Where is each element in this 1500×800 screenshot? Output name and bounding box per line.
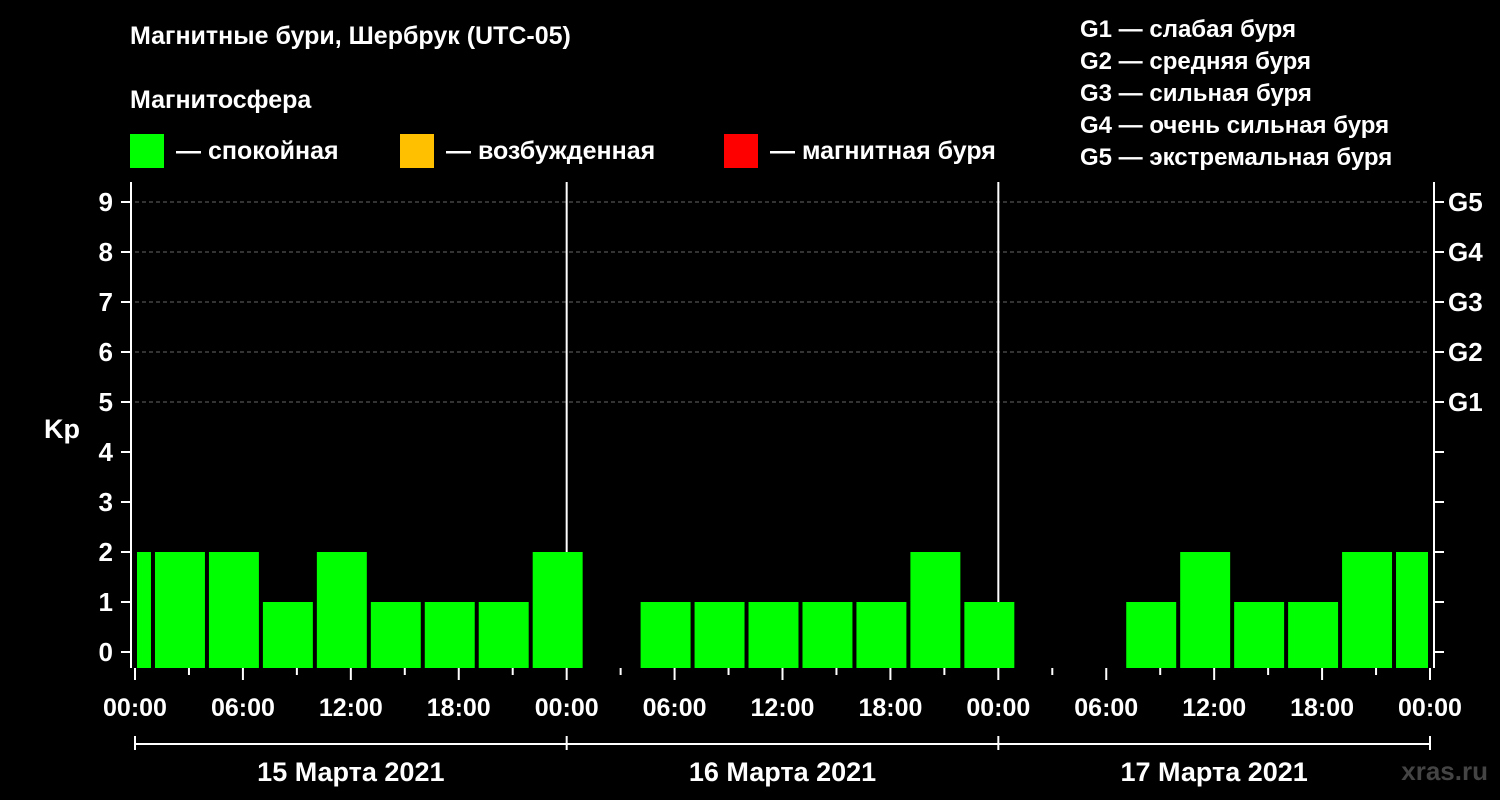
x-tick-label: 06:00 xyxy=(1074,694,1138,722)
x-tick-label: 18:00 xyxy=(858,694,922,722)
kp-bar xyxy=(748,602,799,668)
kp-bar xyxy=(137,552,151,668)
y-tick-label: 4 xyxy=(99,437,114,467)
x-tick-label: 00:00 xyxy=(535,694,599,722)
kp-bar xyxy=(370,602,421,668)
y-tick-label: 8 xyxy=(99,237,113,267)
kp-chart: 0 1 2 3 4 5 6 7 8 9 Kp G1 G2 G3 G4 G5 00:00 06:00 12:00 18:… xyxy=(44,182,1483,787)
x-tick-label: 00:00 xyxy=(1398,694,1462,722)
kp-bar xyxy=(856,602,907,668)
kp-bar xyxy=(1126,602,1177,668)
g-level-label: G3 xyxy=(1448,287,1483,317)
x-tick-label: 12:00 xyxy=(1182,694,1246,722)
day-label: 16 Марта 2021 xyxy=(689,757,876,787)
y-tick-label: 1 xyxy=(99,587,113,617)
y-axis-label: Kp xyxy=(44,414,80,444)
x-tick-label: 12:00 xyxy=(319,694,383,722)
kp-bar xyxy=(694,602,745,668)
y-tick-label: 5 xyxy=(99,387,113,417)
kp-bar xyxy=(1288,602,1339,668)
y-tick-label: 2 xyxy=(99,537,113,567)
watermark: xras.ru xyxy=(1401,756,1488,786)
kp-bar xyxy=(208,552,259,668)
y-tick-label: 6 xyxy=(99,337,113,367)
y-tick-label: 9 xyxy=(99,187,113,217)
kp-bar xyxy=(532,552,583,668)
x-tick-label: 18:00 xyxy=(427,694,491,722)
x-tick-label: 00:00 xyxy=(103,694,167,722)
kp-bar xyxy=(424,602,475,668)
g-level-label: G1 xyxy=(1448,387,1483,417)
kp-bar xyxy=(640,602,691,668)
kp-bar xyxy=(262,602,313,668)
kp-bar xyxy=(316,552,367,668)
kp-bar xyxy=(478,602,529,668)
x-tick-label: 12:00 xyxy=(751,694,815,722)
day-label: 17 Марта 2021 xyxy=(1121,757,1308,787)
kp-bar xyxy=(964,602,1015,668)
kp-bar xyxy=(802,602,853,668)
day-label: 15 Марта 2021 xyxy=(257,757,444,787)
kp-bar xyxy=(910,552,961,668)
kp-bar xyxy=(1396,552,1428,668)
y-tick-label: 0 xyxy=(99,637,113,667)
g-level-label: G5 xyxy=(1448,187,1483,217)
kp-bar xyxy=(1180,552,1231,668)
g-level-label: G4 xyxy=(1448,237,1483,267)
g-level-label: G2 xyxy=(1448,337,1483,367)
x-tick-label: 06:00 xyxy=(643,694,707,722)
x-tick-label: 06:00 xyxy=(211,694,275,722)
kp-bar xyxy=(1342,552,1393,668)
y-tick-label: 3 xyxy=(99,487,113,517)
x-tick-label: 00:00 xyxy=(966,694,1030,722)
kp-bar xyxy=(154,552,205,668)
y-tick-label: 7 xyxy=(99,287,113,317)
x-tick-label: 18:00 xyxy=(1290,694,1354,722)
kp-bar xyxy=(1234,602,1285,668)
